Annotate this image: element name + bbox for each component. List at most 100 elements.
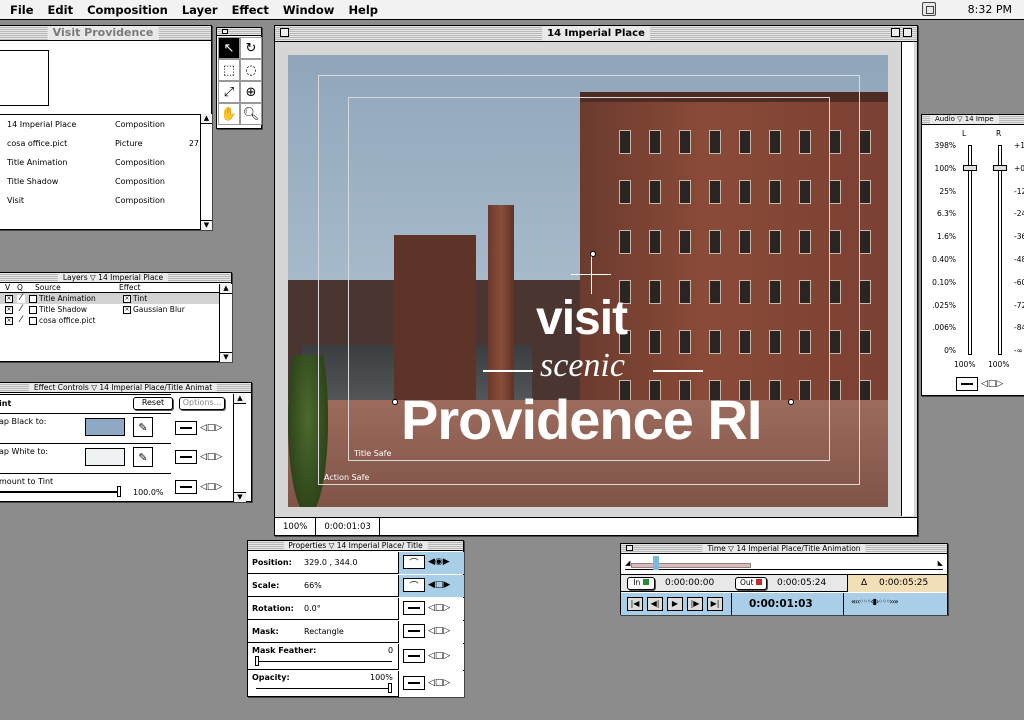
in-marker-icon[interactable]: ◢ (625, 559, 630, 567)
quality-icon[interactable]: ⁄ (17, 315, 25, 325)
keyframe-nav-icon[interactable]: ◀□▶ (428, 580, 450, 590)
layers-scrollbar[interactable]: ▲ ▼ (219, 284, 232, 362)
scroll-down-icon[interactable]: ▼ (220, 352, 232, 362)
keyframe-toggle-icon[interactable] (403, 676, 425, 690)
horizontal-scrollbar[interactable] (380, 518, 917, 535)
map-black-swatch[interactable] (85, 418, 125, 436)
hand-tool-icon[interactable]: ✋ (218, 103, 240, 125)
layer-handle[interactable] (788, 399, 794, 405)
scroll-up-icon[interactable]: ▲ (201, 114, 212, 124)
step-forward-icon[interactable]: |▶ (687, 597, 703, 611)
reset-button[interactable]: Reset (133, 397, 173, 410)
close-box-icon[interactable] (626, 545, 633, 551)
keyframe-toggle-icon[interactable] (403, 624, 425, 638)
keyframe-toggle-icon[interactable] (175, 421, 197, 435)
rotate-tool-icon[interactable]: ↻ (240, 37, 262, 59)
menu-layer[interactable]: Layer (175, 3, 225, 17)
keyframe-nav-icon[interactable]: ◁□▷ (428, 651, 450, 661)
layer-handle[interactable] (392, 399, 398, 405)
current-time[interactable]: 0:00:01:03 (749, 598, 813, 610)
audio-left-slider[interactable] (963, 165, 977, 171)
layers-title-bar[interactable]: Layers ▽ 14 Imperial Place (0, 273, 231, 283)
pen-tool-icon[interactable]: ⤢ (218, 81, 240, 103)
zoom-level[interactable]: 100% (275, 518, 317, 535)
set-out-button[interactable]: Out (735, 577, 767, 590)
application-menu-icon[interactable] (922, 2, 936, 16)
effect-toggle-icon[interactable]: × (123, 305, 131, 314)
time-title-bar[interactable]: Time ▽ 14 Imperial Place/Title Animation (621, 544, 947, 554)
effects-title-bar[interactable]: Effect Controls ▽ 14 Imperial Place/Titl… (0, 383, 251, 393)
step-back-icon[interactable]: ◀| (647, 597, 663, 611)
prop-opacity[interactable]: Opacity: 100% (248, 671, 398, 697)
oval-mask-tool-icon[interactable]: ◌ (240, 59, 262, 81)
work-area-bar[interactable] (631, 563, 751, 568)
in-time[interactable]: 0:00:00:00 (665, 578, 714, 588)
map-white-swatch[interactable] (85, 448, 125, 466)
video-toggle-icon[interactable]: × (5, 294, 13, 303)
scroll-down-icon[interactable]: ▼ (201, 220, 212, 230)
prop-value[interactable]: 66% (304, 581, 322, 590)
keyframe-nav-icon[interactable]: ◁□▷ (200, 482, 222, 492)
scroll-up-icon[interactable]: ▲ (234, 394, 246, 404)
keyframe-nav-icon[interactable]: ◁□▷ (428, 678, 450, 688)
anchor-point-tool-icon[interactable]: ⊕ (240, 81, 262, 103)
list-item[interactable]: 14 Imperial Place Composition (0, 115, 201, 134)
keyframe-toggle-icon[interactable]: ⌒ (403, 578, 425, 592)
keyframe-nav-icon[interactable]: ◁□▷ (981, 379, 1003, 389)
keyframe-toggle-icon[interactable] (956, 377, 978, 391)
tools-title-bar[interactable] (217, 28, 261, 36)
keyframe-nav-icon[interactable]: ◁□▷ (200, 423, 222, 433)
keyframe-nav-icon[interactable]: ◁□▷ (428, 626, 450, 636)
set-in-button[interactable]: In (627, 577, 655, 590)
go-to-end-icon[interactable]: ▶| (707, 597, 723, 611)
keyframe-toggle-icon[interactable] (175, 450, 197, 464)
close-box-icon[interactable] (222, 29, 228, 34)
selection-tool-icon[interactable]: ↖ (218, 37, 240, 59)
options-button[interactable]: Options... (179, 397, 225, 410)
effect-toggle-icon[interactable]: × (123, 294, 131, 303)
collapse-box-icon[interactable] (903, 28, 912, 37)
close-box-icon[interactable] (280, 28, 289, 37)
current-time-display[interactable]: 0:00:01:03 (316, 518, 380, 535)
audio-title-bar[interactable]: Audio ▽ 14 Impe (922, 115, 1024, 125)
prop-value[interactable]: 329.0 , 344.0 (304, 558, 357, 567)
scroll-down-icon[interactable]: ▼ (234, 492, 246, 502)
menu-help[interactable]: Help (341, 3, 385, 17)
keyframe-toggle-icon[interactable] (403, 601, 425, 615)
layer-row[interactable]: × ⁄ Title Shadow × Gaussian Blur (0, 304, 231, 315)
current-time-marker[interactable] (653, 556, 659, 570)
keyframe-toggle-icon[interactable]: ⌒ (403, 555, 425, 569)
comp-title-bar[interactable]: 14 Imperial Place (275, 26, 917, 42)
list-item[interactable]: cosa office.pict Picture 27 (0, 134, 201, 153)
zoom-box-icon[interactable] (891, 28, 900, 37)
scroll-up-icon[interactable]: ▲ (220, 284, 232, 294)
video-toggle-icon[interactable]: × (5, 316, 13, 325)
out-time[interactable]: 0:00:05:24 (777, 578, 826, 588)
comp-canvas[interactable]: Action Safe Title Safe visit scenic Prov… (288, 55, 888, 507)
prop-mask-feather[interactable]: Mask Feather: 0 (248, 644, 398, 670)
prop-position[interactable]: Position: 329.0 , 344.0 (248, 552, 398, 574)
list-item[interactable]: Visit Composition (0, 191, 201, 210)
list-item[interactable]: Title Shadow Composition (0, 172, 201, 191)
opacity-slider-thumb[interactable] (388, 683, 392, 693)
quality-icon[interactable]: ⁄ (17, 293, 25, 303)
prop-mask[interactable]: Mask: Rectangle (248, 621, 398, 643)
keyframe-toggle-icon[interactable] (403, 649, 425, 663)
keyframe-nav-icon[interactable]: ◁□▷ (200, 452, 222, 462)
eyedropper-icon[interactable]: ✎ (133, 447, 153, 467)
audio-right-slider[interactable] (993, 165, 1007, 171)
comp-vertical-scrollbar[interactable] (901, 42, 914, 516)
prop-rotation[interactable]: Rotation: 0.0° (248, 598, 398, 620)
project-title-bar[interactable]: Visit Providence (0, 26, 211, 41)
prop-scale[interactable]: Scale: 66% (248, 575, 398, 597)
menu-effect[interactable]: Effect (225, 3, 276, 17)
rectangle-mask-tool-icon[interactable]: ⬚ (218, 59, 240, 81)
project-scrollbar[interactable]: ▲ ▼ (200, 114, 212, 230)
prop-value[interactable]: Rectangle (304, 627, 344, 636)
prop-value[interactable]: 0.0° (304, 604, 321, 613)
layer-handle[interactable] (590, 251, 596, 257)
shuttle-control[interactable]: «‹‹◦◦◦‹▮›◦◦◦››» (851, 597, 939, 609)
menu-composition[interactable]: Composition (80, 3, 175, 17)
menu-window[interactable]: Window (276, 3, 342, 17)
eyedropper-icon[interactable]: ✎ (133, 417, 153, 437)
